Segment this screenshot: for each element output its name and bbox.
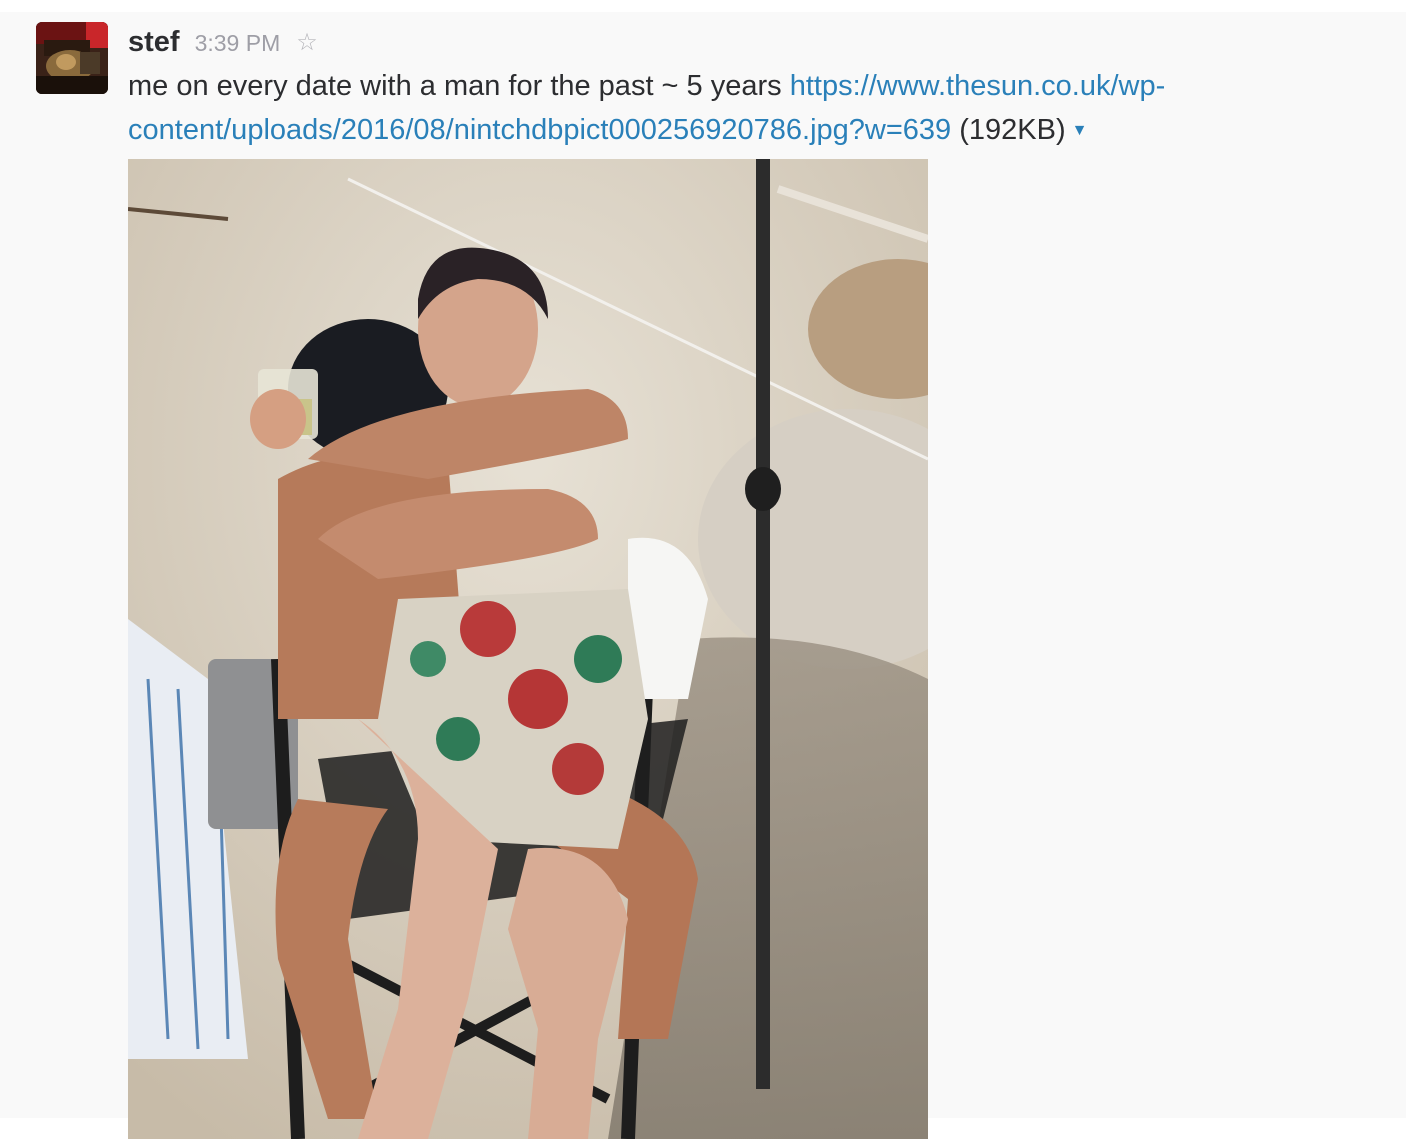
previous-message-strip: ​ (0, 0, 1406, 12)
avatar-image (36, 22, 108, 94)
message-body: me on every date with a man for the past… (128, 64, 1238, 153)
message-timestamp[interactable]: 3:39 PM (195, 30, 281, 57)
message-header: stef 3:39 PM ☆ (128, 26, 318, 60)
star-icon[interactable]: ☆ (296, 28, 318, 57)
file-size: (192KB) (959, 114, 1066, 146)
preview-photo (128, 159, 928, 1139)
message-item[interactable]: stef 3:39 PM ☆ me on every date with a m… (0, 12, 1406, 1139)
attachment-link-line2: content/uploads/2016/08/nintchdbpict0002… (128, 114, 952, 146)
author-name[interactable]: stef (128, 26, 180, 59)
attachment-link-line1: https://www.thesun.co.uk/wp- (789, 70, 1166, 102)
caret-down-icon[interactable]: ▼ (1072, 109, 1088, 153)
image-preview[interactable] (128, 159, 928, 1139)
avatar[interactable] (36, 22, 108, 94)
message-text: me on every date with a man for the past… (128, 70, 782, 102)
